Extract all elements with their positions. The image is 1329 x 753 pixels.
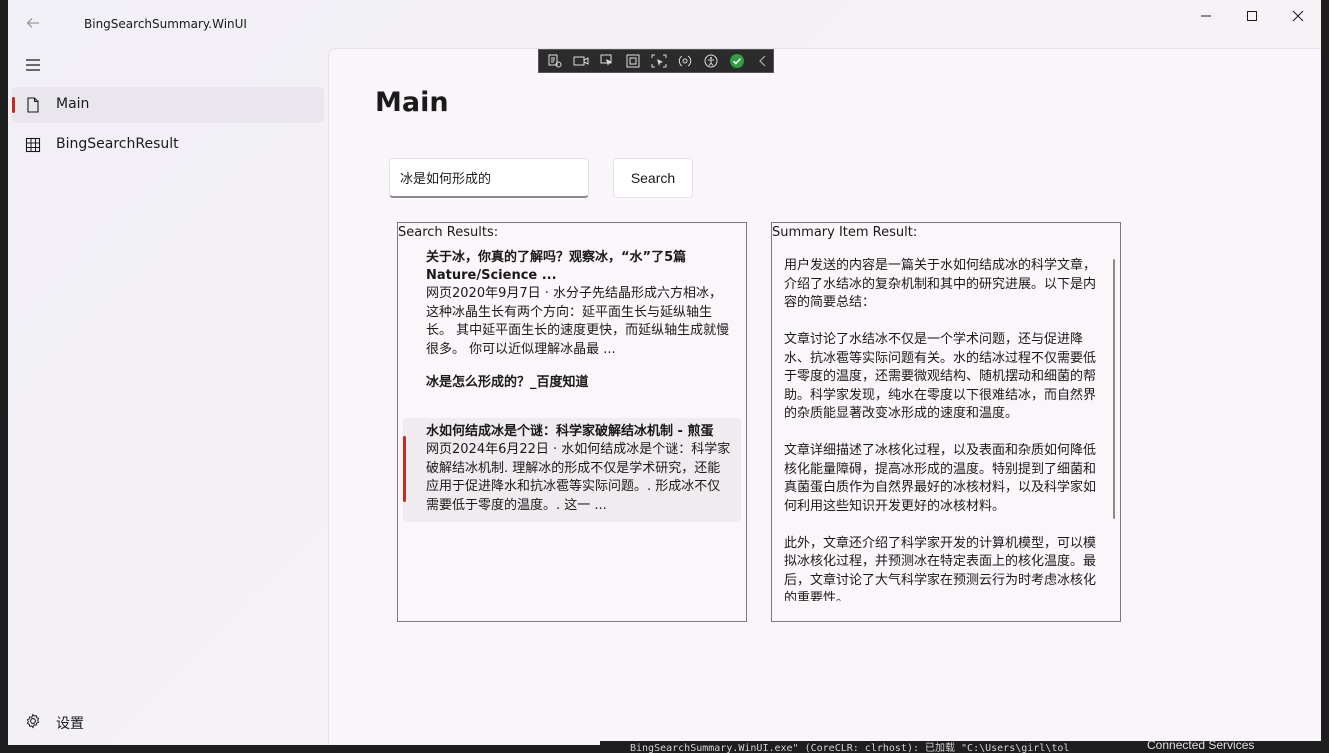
grid-icon xyxy=(24,136,42,154)
focus-track-icon xyxy=(651,54,667,68)
title-bar: BingSearchSummary.WinUI xyxy=(8,0,1321,48)
cursor-select-icon xyxy=(600,54,613,66)
page-icon xyxy=(24,96,42,114)
search-results-panel: Search Results: 关于冰，你真的了解吗？观察冰，“水”了5篇 Na… xyxy=(397,222,747,622)
minimize-button[interactable] xyxy=(1183,0,1229,32)
app-title: BingSearchSummary.WinUI xyxy=(84,17,247,31)
close-button[interactable] xyxy=(1275,0,1321,32)
selection-indicator xyxy=(12,97,15,113)
result-title: 水如何结成冰是个谜：科学家破解结冰机制 - 煎蛋 xyxy=(426,424,714,439)
back-arrow-icon xyxy=(26,18,39,28)
settings-label: 设置 xyxy=(56,716,84,732)
record-button[interactable] xyxy=(571,52,592,70)
live-visual-tree-button[interactable] xyxy=(545,52,566,70)
ide-output-strip: BingSearchSummary.WinUI.exe" (CoreCLR: c… xyxy=(600,741,1329,753)
result-item-selected[interactable]: 水如何结成冰是个谜：科学家破解结冰机制 - 煎蛋 网页2024年6月22日 · … xyxy=(403,418,741,522)
nav-item-main[interactable]: Main xyxy=(12,87,324,123)
connected-services-label[interactable]: Connected Services xyxy=(1147,741,1254,752)
display-layout-adorners-button[interactable] xyxy=(623,52,644,70)
select-element-button[interactable] xyxy=(597,52,618,70)
visual-tree-icon xyxy=(548,54,562,68)
summary-scrollbar[interactable] xyxy=(1113,259,1115,519)
result-title: 关于冰，你真的了解吗？观察冰，“水”了5篇 Nature/Science ... xyxy=(426,250,687,283)
result-title: 冰是怎么形成的？_百度知道 xyxy=(426,375,589,390)
hot-reload-icon xyxy=(678,55,692,67)
summary-heading: Summary Item Result: xyxy=(772,225,918,240)
result-snippet: 网页2020年9月7日 · 水分子先结晶形成六方相冰，这种冰晶生长有两个方向：延… xyxy=(426,286,730,357)
check-circle-icon xyxy=(729,54,744,68)
layout-adorner-icon xyxy=(626,54,640,68)
search-button[interactable]: Search xyxy=(613,158,693,198)
back-button[interactable] xyxy=(20,10,46,36)
status-check-button[interactable] xyxy=(726,52,747,70)
summary-paragraph: 此外，文章还介绍了科学家开发的计算机模型，可以模拟冰核化过程，并预测冰在特定表面… xyxy=(784,535,1097,602)
close-icon xyxy=(1292,10,1304,22)
xaml-debug-toolbar xyxy=(538,49,774,73)
track-focus-button[interactable] xyxy=(649,52,670,70)
summary-panel: Summary Item Result: 用户发送的内容是一篇关于水如何结成冰的… xyxy=(771,222,1121,622)
result-item[interactable]: 关于冰，你真的了解吗？观察冰，“水”了5篇 Nature/Science ...… xyxy=(403,249,741,359)
accessibility-icon xyxy=(704,54,718,68)
summary-paragraph: 文章讨论了水结冰不仅是一个学术问题，还与促进降水、抗冰雹等实际问题有关。水的结冰… xyxy=(784,332,1097,421)
search-input[interactable] xyxy=(389,158,589,198)
nav-item-label: Main xyxy=(56,96,90,112)
hot-reload-button[interactable] xyxy=(674,52,695,70)
nav-toggle-button[interactable] xyxy=(20,52,46,78)
gear-icon xyxy=(24,712,42,730)
nav-item-bingsearchresult[interactable]: BingSearchResult xyxy=(12,127,324,163)
video-camera-icon xyxy=(573,56,589,66)
maximize-icon xyxy=(1247,11,1257,21)
result-item[interactable]: 冰是怎么形成的？_百度知道 xyxy=(403,374,741,414)
collapse-toolbar-button[interactable] xyxy=(752,52,773,70)
summary-paragraph: 文章详细描述了冰核化过程，以及表面和杂质如何降低核化能量障碍，提高冰形成的温度。… xyxy=(784,443,1097,514)
minimize-icon xyxy=(1201,15,1211,17)
chevron-left-icon xyxy=(758,55,765,67)
summary-text-area[interactable]: 用户发送的内容是一篇关于水如何结成冰的科学文章，介绍了水结冰的复杂机制和其中的研… xyxy=(784,257,1108,601)
search-results-heading: Search Results: xyxy=(398,225,499,240)
page-title: Main xyxy=(375,87,449,118)
maximize-button[interactable] xyxy=(1229,0,1275,32)
summary-paragraph: 用户发送的内容是一篇关于水如何结成冰的科学文章，介绍了水结冰的复杂机制和其中的研… xyxy=(784,258,1097,310)
nav-item-label: BingSearchResult xyxy=(56,136,179,152)
hamburger-icon xyxy=(26,59,40,71)
ide-output-text: BingSearchSummary.WinUI.exe" (CoreCLR: c… xyxy=(630,743,1070,753)
result-snippet: 网页2024年6月22日 · 水如何结成冰是个谜：科学家破解结冰机制. 理解冰的… xyxy=(426,442,731,513)
selection-indicator xyxy=(403,436,406,502)
accessibility-button[interactable] xyxy=(700,52,721,70)
nav-item-settings[interactable]: 设置 xyxy=(12,703,324,739)
